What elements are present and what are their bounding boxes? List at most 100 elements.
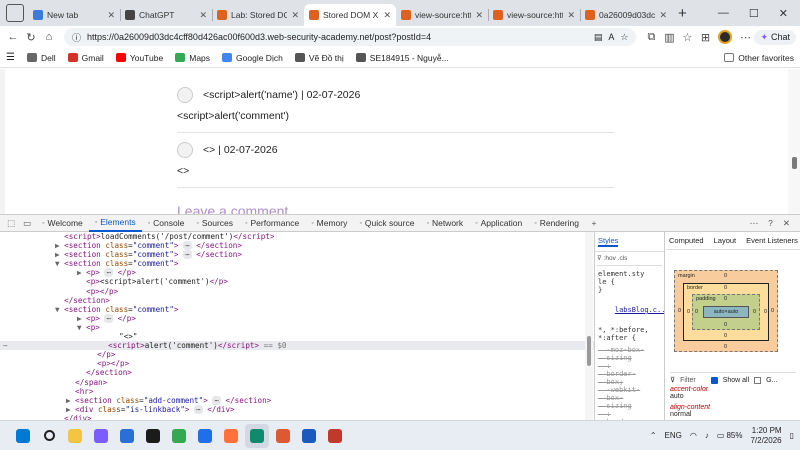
taskbar-search-button[interactable]: [37, 424, 61, 448]
add-tool-icon[interactable]: +: [587, 218, 601, 228]
taskbar-word-button[interactable]: [297, 424, 321, 448]
wifi-icon[interactable]: ◠: [690, 431, 697, 440]
expand-toggle-icon[interactable]: [88, 350, 93, 359]
refresh-icon[interactable]: ↻: [22, 31, 40, 44]
computed-row[interactable]: align-content normal: [670, 404, 796, 418]
reader-icon[interactable]: ▤: [594, 32, 603, 43]
group-checkbox[interactable]: [754, 376, 762, 384]
page-scroll-thumb[interactable]: [792, 157, 797, 169]
taskbar-file-explorer-button[interactable]: [63, 424, 87, 448]
tab-computed[interactable]: Computed: [669, 236, 704, 245]
bookmark-item[interactable]: Vẽ Đồ thị: [294, 53, 344, 63]
browser-tab[interactable]: view-source:http ✕: [488, 4, 580, 26]
dom-node-line[interactable]: "<>": [0, 332, 594, 341]
close-devtools-icon[interactable]: ✕: [783, 218, 790, 229]
dom-node-line[interactable]: ▶ <section class="comment"> ⋯ </section>: [0, 241, 594, 251]
dom-node-line[interactable]: ▶ <section class="add-comment"> ⋯ </sect…: [0, 395, 594, 405]
dom-node-line[interactable]: <hr>: [0, 387, 594, 396]
expand-toggle-icon[interactable]: ▶: [77, 268, 82, 277]
tab-layout[interactable]: Layout: [714, 236, 737, 245]
taskbar-photos-button[interactable]: [115, 424, 139, 448]
profile-avatar[interactable]: [718, 30, 733, 44]
address-url[interactable]: https://0a26009d03dc4cff80d426ac00f600d3…: [87, 32, 588, 42]
box-model-padding[interactable]: padding 0 0 0 0 auto×auto: [692, 294, 760, 330]
taskbar-chrome-button[interactable]: [167, 424, 191, 448]
page-scrollbar[interactable]: [788, 69, 800, 214]
expand-toggle-icon[interactable]: ▼: [55, 305, 60, 314]
tab-styles[interactable]: Styles: [598, 236, 619, 247]
devtools-tab-performance[interactable]: ◦ Performance: [239, 215, 305, 232]
tab-event-listeners[interactable]: Event Listeners: [746, 236, 798, 245]
bookmark-item[interactable]: Maps: [175, 53, 210, 63]
node-actions-icon[interactable]: ⋯: [3, 341, 8, 350]
box-model-border[interactable]: border 0 0 0 0 padding 0 0 0 0 auto×auto: [683, 283, 769, 341]
dom-node-line[interactable]: <p><script>alert('comment')</p>: [0, 277, 594, 286]
tab-close-icon[interactable]: ✕: [383, 10, 391, 21]
dom-node-line[interactable]: ▶ <section class="comment"> ⋯ </section>: [0, 250, 594, 260]
expand-toggle-icon[interactable]: [77, 277, 82, 286]
close-window-icon[interactable]: ✕: [779, 7, 788, 20]
expand-toggle-icon[interactable]: [77, 287, 82, 296]
address-bar[interactable]: ⓘ https://0a26009d03dc4cff80d426ac00f600…: [64, 28, 637, 46]
dom-node-line[interactable]: </span>: [0, 378, 594, 387]
expand-toggle-icon[interactable]: ▼: [77, 323, 82, 332]
workspaces-icon[interactable]: [6, 4, 24, 22]
dom-node-line[interactable]: <p></p>: [0, 359, 594, 368]
taskbar-vpn-button[interactable]: [193, 424, 217, 448]
devtools-tab-quick-source[interactable]: ◦ Quick source: [353, 215, 420, 232]
bookmarks-menu-icon[interactable]: ☰: [6, 52, 15, 63]
site-info-icon[interactable]: ⓘ: [72, 31, 81, 44]
expand-toggle-icon[interactable]: ▶: [77, 314, 82, 323]
expand-toggle-icon[interactable]: ▶: [66, 405, 71, 414]
browser-tab[interactable]: New tab ✕: [28, 4, 120, 26]
tab-close-icon[interactable]: ✕: [567, 10, 575, 21]
expand-toggle-icon[interactable]: [55, 232, 60, 241]
devtools-tab-elements[interactable]: ◦ Elements: [88, 215, 142, 232]
other-favorites[interactable]: Other favorites: [724, 53, 794, 63]
help-icon[interactable]: ?: [768, 218, 773, 229]
taskbar-start-button[interactable]: [11, 424, 35, 448]
box-model-margin[interactable]: margin 0 0 0 0 border 0 0 0 0 padding 0 …: [674, 270, 778, 352]
expand-toggle-icon[interactable]: [88, 359, 93, 368]
tab-close-icon[interactable]: ✕: [475, 10, 483, 21]
taskbar-copilot-button[interactable]: [89, 424, 113, 448]
battery-indicator[interactable]: ▭ 85%: [717, 431, 743, 440]
devtools-tab-application[interactable]: ◦ Application: [469, 215, 528, 232]
tab-close-icon[interactable]: ✕: [199, 10, 207, 21]
bookmark-item[interactable]: Gmail: [67, 53, 104, 63]
volume-icon[interactable]: ♪: [705, 431, 709, 440]
browser-tab[interactable]: ChatGPT ✕: [120, 4, 212, 26]
bookmark-item[interactable]: YouTube: [115, 53, 163, 63]
expand-toggle-icon[interactable]: ▶: [66, 396, 71, 405]
dom-node-line[interactable]: ⋯ <script>alert('comment')</script> == $…: [0, 341, 594, 351]
tray-chevron-icon[interactable]: ⌃: [650, 431, 657, 440]
dom-node-line[interactable]: <script>loadComments('/post/comment')</s…: [0, 232, 594, 241]
devtools-tab-sources[interactable]: ◦ Sources: [190, 215, 239, 232]
expand-toggle-icon[interactable]: [66, 378, 71, 387]
dom-node-line[interactable]: ▼ <p>: [0, 323, 594, 332]
inspect-element-icon[interactable]: ⬚: [4, 218, 18, 229]
split-screen-icon[interactable]: ▥: [660, 31, 678, 44]
clock[interactable]: 1:20 PM 7/2/2026: [750, 426, 781, 446]
new-tab-button[interactable]: +: [678, 5, 687, 22]
devtools-tab-rendering[interactable]: ◦ Rendering: [528, 215, 585, 232]
dom-node-line[interactable]: ▶ <p> ⋯ </p>: [0, 268, 594, 278]
bookmark-item[interactable]: SE184915 - Nguyễ...: [355, 53, 449, 63]
browser-tab[interactable]: Lab: Stored DOM✕: [212, 4, 304, 26]
taskbar-duckduckgo-button[interactable]: [271, 424, 295, 448]
home-icon[interactable]: ⌂: [40, 31, 58, 43]
hov-cls-toggles[interactable]: :hov .cls: [604, 255, 628, 262]
styles-filter-input[interactable]: ⊽ :hov .cls: [597, 254, 662, 266]
tab-close-icon[interactable]: ✕: [659, 10, 667, 21]
device-emulation-icon[interactable]: ▭: [20, 218, 34, 229]
back-icon[interactable]: ←: [4, 31, 22, 43]
expand-toggle-icon[interactable]: [66, 387, 71, 396]
devtools-tab-network[interactable]: ◦ Network: [420, 215, 469, 232]
expand-toggle-icon[interactable]: [110, 332, 115, 341]
language-indicator[interactable]: ENG: [665, 431, 682, 440]
taskbar-dell-button[interactable]: [141, 424, 165, 448]
expand-toggle-icon[interactable]: [99, 341, 104, 350]
dom-node-line[interactable]: </section>: [0, 296, 594, 305]
browser-tab[interactable]: Stored DOM XSS ✕: [304, 4, 396, 26]
copilot-button[interactable]: ✦ Chat: [754, 29, 796, 45]
